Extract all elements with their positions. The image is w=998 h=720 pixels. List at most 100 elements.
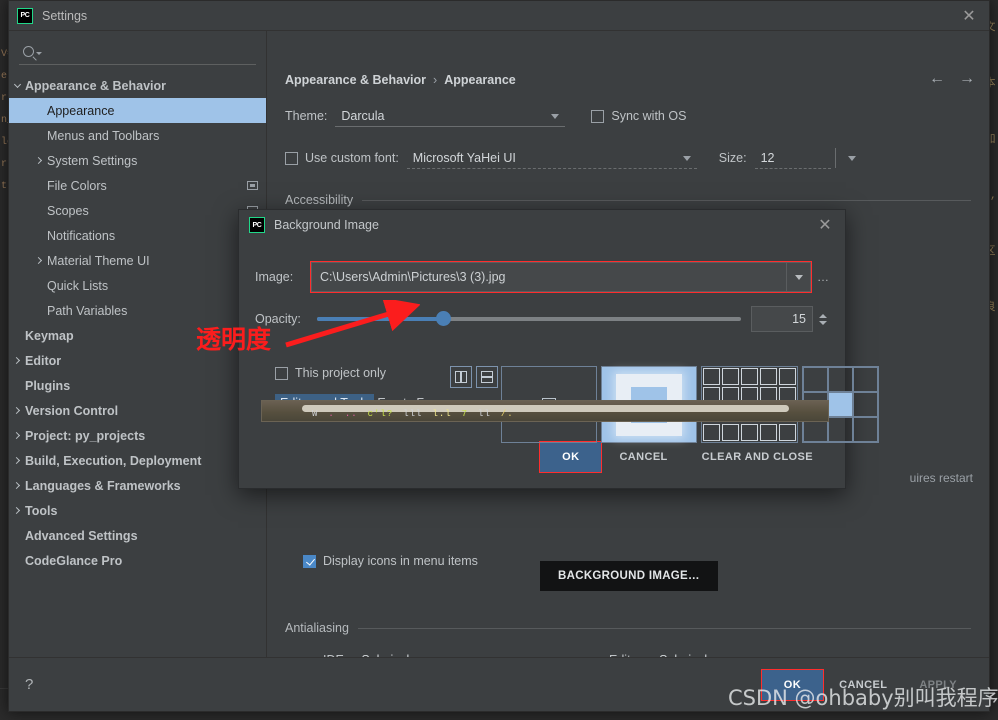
split-toggle-group [450, 366, 498, 388]
dialog-clear-and-close-button[interactable]: CLEAR AND CLOSE [686, 442, 829, 472]
chevron-right-icon[interactable] [31, 256, 47, 265]
chevron-right-icon[interactable] [9, 356, 25, 365]
use-custom-font-label: Use custom font: [305, 151, 399, 165]
divider [362, 199, 971, 201]
sidebar-item-system-settings[interactable]: System Settings [9, 148, 266, 173]
sidebar-item-label: File Colors [47, 178, 107, 193]
chevron-right-icon[interactable] [9, 406, 25, 415]
sidebar-item-label: Scopes [47, 203, 89, 218]
tile-cell [722, 368, 739, 385]
font-size-value: 12 [760, 150, 775, 165]
dialog-body: Image: C:\Users\Admin\Pictures\3 (3).jpg… [239, 240, 879, 443]
opacity-stepper[interactable] [816, 313, 829, 325]
sidebar-item-label: Editor [25, 353, 62, 368]
chevron-right-icon[interactable] [9, 456, 25, 465]
anchor-cell[interactable] [803, 367, 828, 392]
sidebar-item-label: Advanced Settings [25, 528, 138, 543]
sidebar-item-plugins[interactable]: Plugins1 [9, 373, 266, 398]
theme-row: Theme: Darcula Sync with OS [285, 105, 971, 127]
sidebar-item-file-colors[interactable]: File Colors [9, 173, 266, 198]
sidebar-item-build-execution-deployment[interactable]: Build, Execution, Deployment [9, 448, 266, 473]
sidebar-item-languages-frameworks[interactable]: Languages & Frameworks [9, 473, 266, 498]
background-image-button[interactable]: BACKGROUND IMAGE… [540, 561, 718, 591]
sidebar-item-quick-lists[interactable]: Quick Lists [9, 273, 266, 298]
sidebar-item-menus-and-toolbars[interactable]: Menus and Toolbars [9, 123, 266, 148]
opacity-value-input[interactable]: 15 [751, 306, 813, 332]
image-path-value: C:\Users\Admin\Pictures\3 (3).jpg [320, 270, 506, 284]
sidebar-item-label: Project: py_projects [25, 428, 146, 443]
chevron-right-icon[interactable] [31, 156, 47, 165]
apply-button[interactable]: APPLY [903, 670, 973, 700]
display-icons-label: Display icons in menu items [323, 554, 478, 568]
anchor-cell[interactable] [853, 367, 878, 392]
forward-icon[interactable]: → [959, 71, 975, 87]
sidebar-item-codeglance-pro[interactable]: CodeGlance Pro [9, 548, 266, 573]
close-icon[interactable]: ✕ [955, 4, 983, 28]
image-path-dropdown[interactable] [786, 263, 810, 291]
anchor-cell[interactable] [828, 392, 853, 417]
font-size-dropdown[interactable] [836, 147, 866, 169]
sidebar-item-project-py-projects[interactable]: Project: py_projects [9, 423, 266, 448]
sidebar-item-version-control[interactable]: Version Control [9, 398, 266, 423]
chevron-right-icon[interactable] [9, 481, 25, 490]
breadcrumb-leaf: Appearance [444, 73, 516, 87]
dialog-close-icon[interactable]: ✕ [811, 213, 839, 237]
sync-with-os-checkbox[interactable] [591, 109, 605, 123]
nav-arrows: ← → [929, 71, 975, 87]
slider-handle[interactable] [435, 311, 451, 326]
opacity-slider[interactable] [317, 311, 741, 327]
back-icon[interactable]: ← [929, 71, 945, 87]
sidebar-item-notifications[interactable]: Notifications [9, 223, 266, 248]
sidebar-item-appearance[interactable]: Appearance [9, 98, 266, 123]
sidebar-item-appearance-behavior[interactable]: Appearance & Behavior [9, 73, 266, 98]
chevron-right-icon[interactable] [9, 431, 25, 440]
browse-button[interactable]: … [817, 270, 829, 284]
split-vertical-icon[interactable] [450, 366, 472, 388]
sidebar-item-keymap[interactable]: Keymap [9, 323, 266, 348]
sidebar-item-label: Build, Execution, Deployment [25, 453, 202, 468]
chevron-right-icon[interactable] [9, 506, 25, 515]
this-project-only-checkbox[interactable] [275, 366, 288, 380]
display-icons-checkbox[interactable] [303, 554, 316, 568]
sidebar-item-material-theme-ui[interactable]: Material Theme UI [9, 248, 266, 273]
ide-antialias-select[interactable]: Subpixel [355, 649, 493, 658]
anchor-cell[interactable] [828, 367, 853, 392]
custom-font-select[interactable]: Microsoft YaHei UI [406, 147, 697, 169]
split-horizontal-icon[interactable] [476, 366, 498, 388]
breadcrumb-root[interactable]: Appearance & Behavior [285, 73, 426, 87]
sidebar-item-path-variables[interactable]: Path Variables [9, 298, 266, 323]
image-row: Image: C:\Users\Admin\Pictures\3 (3).jpg… [255, 261, 829, 293]
antialiasing-label: Antialiasing [285, 621, 349, 635]
antialiasing-section-header: Antialiasing [285, 621, 971, 635]
font-size-select[interactable]: 12 [754, 147, 831, 169]
settings-footer: ? OK CANCEL APPLY [9, 657, 989, 711]
sidebar-item-scopes[interactable]: Scopes [9, 198, 266, 223]
anchor-cell[interactable] [853, 392, 878, 417]
opacity-label: Opacity: [255, 312, 301, 326]
sidebar-item-advanced-settings[interactable]: Advanced Settings [9, 523, 266, 548]
stepper-down-icon[interactable] [818, 320, 827, 325]
sidebar-item-editor[interactable]: Editor [9, 348, 266, 373]
dialog-cancel-button[interactable]: CANCEL [603, 442, 683, 472]
this-project-only-label: This project only [295, 366, 387, 380]
theme-select[interactable]: Darcula [335, 105, 566, 127]
theme-value: Darcula [341, 108, 385, 123]
search-input[interactable] [19, 39, 256, 65]
sidebar-item-label: Keymap [25, 328, 74, 343]
slider-fill [317, 317, 449, 321]
sidebar-item-tools[interactable]: Tools [9, 498, 266, 523]
use-custom-font-checkbox[interactable] [285, 151, 298, 165]
stepper-up-icon[interactable] [818, 313, 827, 318]
image-path-input[interactable]: C:\Users\Admin\Pictures\3 (3).jpg [310, 261, 812, 293]
anchor-cell[interactable] [828, 417, 853, 442]
ok-button[interactable]: OK [760, 668, 825, 701]
accessibility-label: Accessibility [285, 193, 354, 207]
anchor-cell[interactable] [853, 417, 878, 442]
help-icon[interactable]: ? [25, 676, 33, 693]
chevron-down-icon[interactable] [9, 80, 25, 88]
editor-antialias-select[interactable]: Subpixel [653, 649, 791, 658]
pycharm-logo-text: PC [20, 12, 30, 19]
cancel-button[interactable]: CANCEL [823, 670, 903, 700]
settings-titlebar: PC Settings ✕ [9, 1, 989, 31]
dialog-ok-button[interactable]: OK [539, 441, 603, 473]
